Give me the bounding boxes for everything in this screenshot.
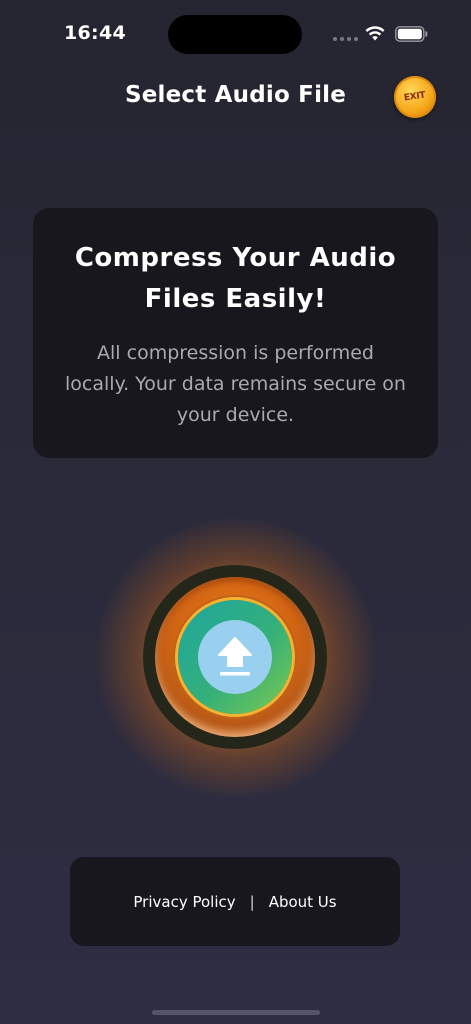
upload-arrow-icon xyxy=(218,637,252,676)
dynamic-island xyxy=(168,15,302,54)
info-card: Compress Your Audio Files Easily! All co… xyxy=(33,208,438,458)
upload-icon-circle xyxy=(198,620,272,694)
upload-button[interactable] xyxy=(143,565,327,749)
exit-button[interactable]: EXIT xyxy=(394,76,436,118)
status-time: 16:44 xyxy=(64,22,126,44)
status-bar: 16:44 xyxy=(0,0,471,70)
privacy-policy-link[interactable]: Privacy Policy xyxy=(133,893,235,911)
wifi-icon xyxy=(365,26,385,41)
battery-icon xyxy=(395,26,428,42)
footer-divider: | xyxy=(249,892,255,911)
card-heading: Compress Your Audio Files Easily! xyxy=(74,243,397,314)
footer-bar: Privacy Policy | About Us xyxy=(70,857,400,946)
home-indicator[interactable] xyxy=(152,1010,320,1015)
card-description: All compression is performed locally. Yo… xyxy=(65,342,406,426)
upload-ring xyxy=(155,577,315,737)
exit-coin-icon: EXIT xyxy=(403,90,427,104)
about-us-link[interactable]: About Us xyxy=(269,893,337,911)
signal-dots-icon xyxy=(333,37,358,41)
upload-inner-ring xyxy=(178,600,292,714)
